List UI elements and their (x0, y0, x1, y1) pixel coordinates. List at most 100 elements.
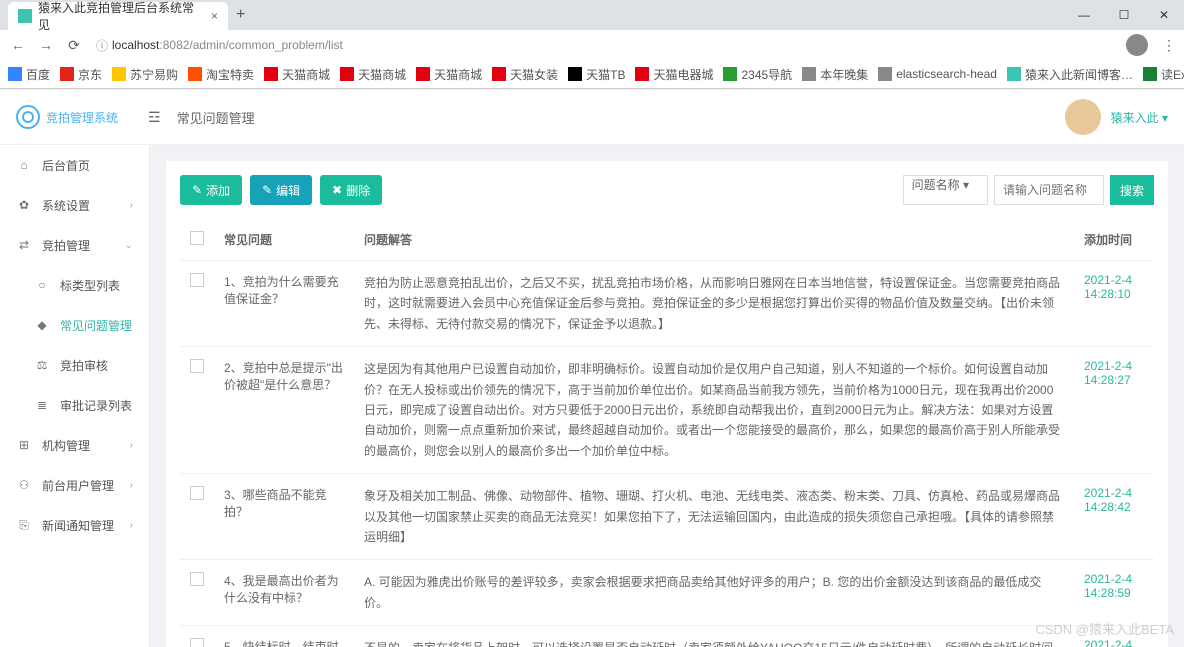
url-port: :8082 (159, 38, 189, 52)
row-checkbox[interactable] (190, 359, 204, 373)
cell-question: 4、我是最高出价者为什么没有中标？ (214, 560, 354, 626)
bookmark-item[interactable]: 百度 (8, 66, 50, 83)
url-path: /admin/common_problem/list (189, 38, 342, 52)
bookmark-item[interactable]: 本年晚集 (802, 66, 868, 83)
tab-favicon (18, 9, 32, 23)
menu-icon: ⌂ (16, 158, 32, 172)
bookmark-item[interactable]: 天猫电器城 (635, 66, 713, 83)
sidebar-item[interactable]: ◆常见问题管理 (0, 305, 149, 345)
bookmark-favicon (264, 67, 278, 81)
bookmark-favicon (723, 67, 737, 81)
cell-answer: A. 可能因为雅虎出价账号的差评较多，卖家会根据要求把商品卖给其他好评多的用户；… (354, 560, 1074, 626)
bookmark-item[interactable]: 苏宁易购 (112, 66, 178, 83)
bookmark-item[interactable]: 天猫女装 (492, 66, 558, 83)
nav-reload-icon[interactable]: ⟳ (64, 37, 84, 54)
chevron-icon: › (130, 480, 133, 491)
bookmark-item[interactable]: 淘宝特卖 (188, 66, 254, 83)
new-tab-button[interactable]: + (236, 6, 245, 24)
bookmark-favicon (1007, 67, 1021, 81)
sidebar-item[interactable]: ✿系统设置› (0, 185, 149, 225)
col-question: 常见问题 (214, 219, 354, 261)
nav-back-icon[interactable]: ← (8, 37, 28, 53)
menu-icon: ○ (34, 278, 50, 292)
chevron-icon: › (130, 200, 133, 211)
profile-avatar-icon[interactable] (1126, 34, 1148, 56)
bookmark-item[interactable]: elasticsearch-head (878, 67, 997, 81)
table-row: 3、哪些商品不能竞拍？象牙及相关加工制品、佛像、动物部件、植物、珊瑚、打火机、电… (180, 474, 1154, 560)
bookmark-favicon (1143, 67, 1157, 81)
bookmark-favicon (416, 67, 430, 81)
sidebar-item[interactable]: ○标类型列表 (0, 265, 149, 305)
cell-answer: 竞拍为防止恶意竞拍乱出价，之后又不买，扰乱竞拍市场价格，从而影响日雅网在日本当地… (354, 261, 1074, 347)
site-info-icon[interactable]: ⓘ (96, 37, 108, 54)
row-checkbox[interactable] (190, 273, 204, 287)
bookmark-item[interactable]: 猿来入此新闻博客… (1007, 66, 1133, 83)
select-all-checkbox[interactable] (190, 231, 204, 245)
cell-time: 2021-2-4 14:28:59 (1074, 560, 1154, 626)
chevron-icon: ⌄ (125, 240, 133, 251)
bookmark-item[interactable]: 京东 (60, 66, 102, 83)
breadcrumb: 常见问题管理 (177, 108, 255, 127)
browser-tab[interactable]: 猿来入此竞拍管理后台系统常见 × (8, 2, 228, 30)
sidebar-item[interactable]: ⚖竞拍审核 (0, 345, 149, 385)
tab-close-icon[interactable]: × (211, 9, 218, 23)
sidebar-toggle-icon[interactable]: ☲ (148, 109, 161, 126)
bookmark-item[interactable]: 天猫商城 (340, 66, 406, 83)
bookmark-favicon (188, 67, 202, 81)
bookmark-item[interactable]: 天猫商城 (416, 66, 482, 83)
menu-icon: ⚖ (34, 358, 50, 372)
menu-icon: ✿ (16, 198, 32, 212)
bookmark-favicon (340, 67, 354, 81)
user-menu[interactable]: 猿来入此 ▾ (1111, 109, 1168, 126)
row-checkbox[interactable] (190, 486, 204, 500)
menu-icon: ⇄ (16, 238, 32, 252)
chevron-icon: › (130, 520, 133, 531)
table-row: 1、竞拍为什么需要充值保证金？竞拍为防止恶意竞拍乱出价，之后又不买，扰乱竞拍市场… (180, 261, 1154, 347)
menu-icon: ≣ (34, 398, 50, 412)
bookmark-item[interactable]: 读Excel - 通普 (1143, 66, 1184, 83)
sidebar-item[interactable]: ⎘新闻通知管理› (0, 505, 149, 545)
bookmark-favicon (112, 67, 126, 81)
window-minimize-icon[interactable]: — (1064, 0, 1104, 30)
app-logo[interactable]: 竞拍管理系统 (16, 105, 118, 129)
add-button[interactable]: ✎ 添加 (180, 175, 242, 205)
logo-icon (16, 105, 40, 129)
cell-time: 2021-2-4 14:28:27 (1074, 347, 1154, 474)
chevron-icon: › (130, 440, 133, 451)
cell-answer: 这是因为有其他用户已设置自动加价，即非明确标价。设置自动加价是仅用户自己知道，别… (354, 347, 1074, 474)
sidebar-item[interactable]: ⌂后台首页 (0, 145, 149, 185)
cell-time: 2021-2-4 14:28:10 (1074, 261, 1154, 347)
bookmark-favicon (60, 67, 74, 81)
sidebar-item[interactable]: ≣审批记录列表 (0, 385, 149, 425)
sidebar-item[interactable]: ⊞机构管理› (0, 425, 149, 465)
bookmark-item[interactable]: 天猫商城 (264, 66, 330, 83)
bookmark-favicon (8, 67, 22, 81)
cell-time: 2021-2-4 14:28:42 (1074, 474, 1154, 560)
filter-select[interactable]: 问题名称 ▾ (903, 175, 988, 205)
cell-question: 2、竞拍中总是提示"出价被超"是什么意思？ (214, 347, 354, 474)
window-maximize-icon[interactable]: ☐ (1104, 0, 1144, 30)
row-checkbox[interactable] (190, 572, 204, 586)
table-row: 5、快结标时，结束时间为什么自动延长，是不是卖家在搞鬼？不是的。卖家在将货品上架… (180, 626, 1154, 647)
bookmark-favicon (802, 67, 816, 81)
user-avatar[interactable] (1065, 99, 1101, 135)
nav-forward-icon[interactable]: → (36, 37, 56, 53)
tab-title: 猿来入此竞拍管理后台系统常见 (38, 0, 203, 33)
bookmark-item[interactable]: 天猫TB (568, 66, 625, 83)
window-close-icon[interactable]: ✕ (1144, 0, 1184, 30)
sidebar-item[interactable]: ⇄竞拍管理⌄ (0, 225, 149, 265)
search-button[interactable]: 搜索 (1110, 175, 1154, 205)
bookmark-item[interactable]: 2345导航 (723, 66, 792, 83)
cell-question: 3、哪些商品不能竞拍？ (214, 474, 354, 560)
address-bar[interactable]: ⓘ localhost:8082/admin/common_problem/li… (96, 37, 343, 54)
table-row: 2、竞拍中总是提示"出价被超"是什么意思？这是因为有其他用户已设置自动加价，即非… (180, 347, 1154, 474)
browser-menu-icon[interactable]: ⋮ (1162, 37, 1176, 54)
search-input[interactable] (994, 175, 1104, 205)
bookmark-favicon (568, 67, 582, 81)
menu-icon: ⚇ (16, 478, 32, 492)
bookmark-favicon (635, 67, 649, 81)
delete-button[interactable]: ✖ 删除 (320, 175, 382, 205)
edit-button[interactable]: ✎ 编辑 (250, 175, 312, 205)
cell-question: 1、竞拍为什么需要充值保证金？ (214, 261, 354, 347)
sidebar-item[interactable]: ⚇前台用户管理› (0, 465, 149, 505)
